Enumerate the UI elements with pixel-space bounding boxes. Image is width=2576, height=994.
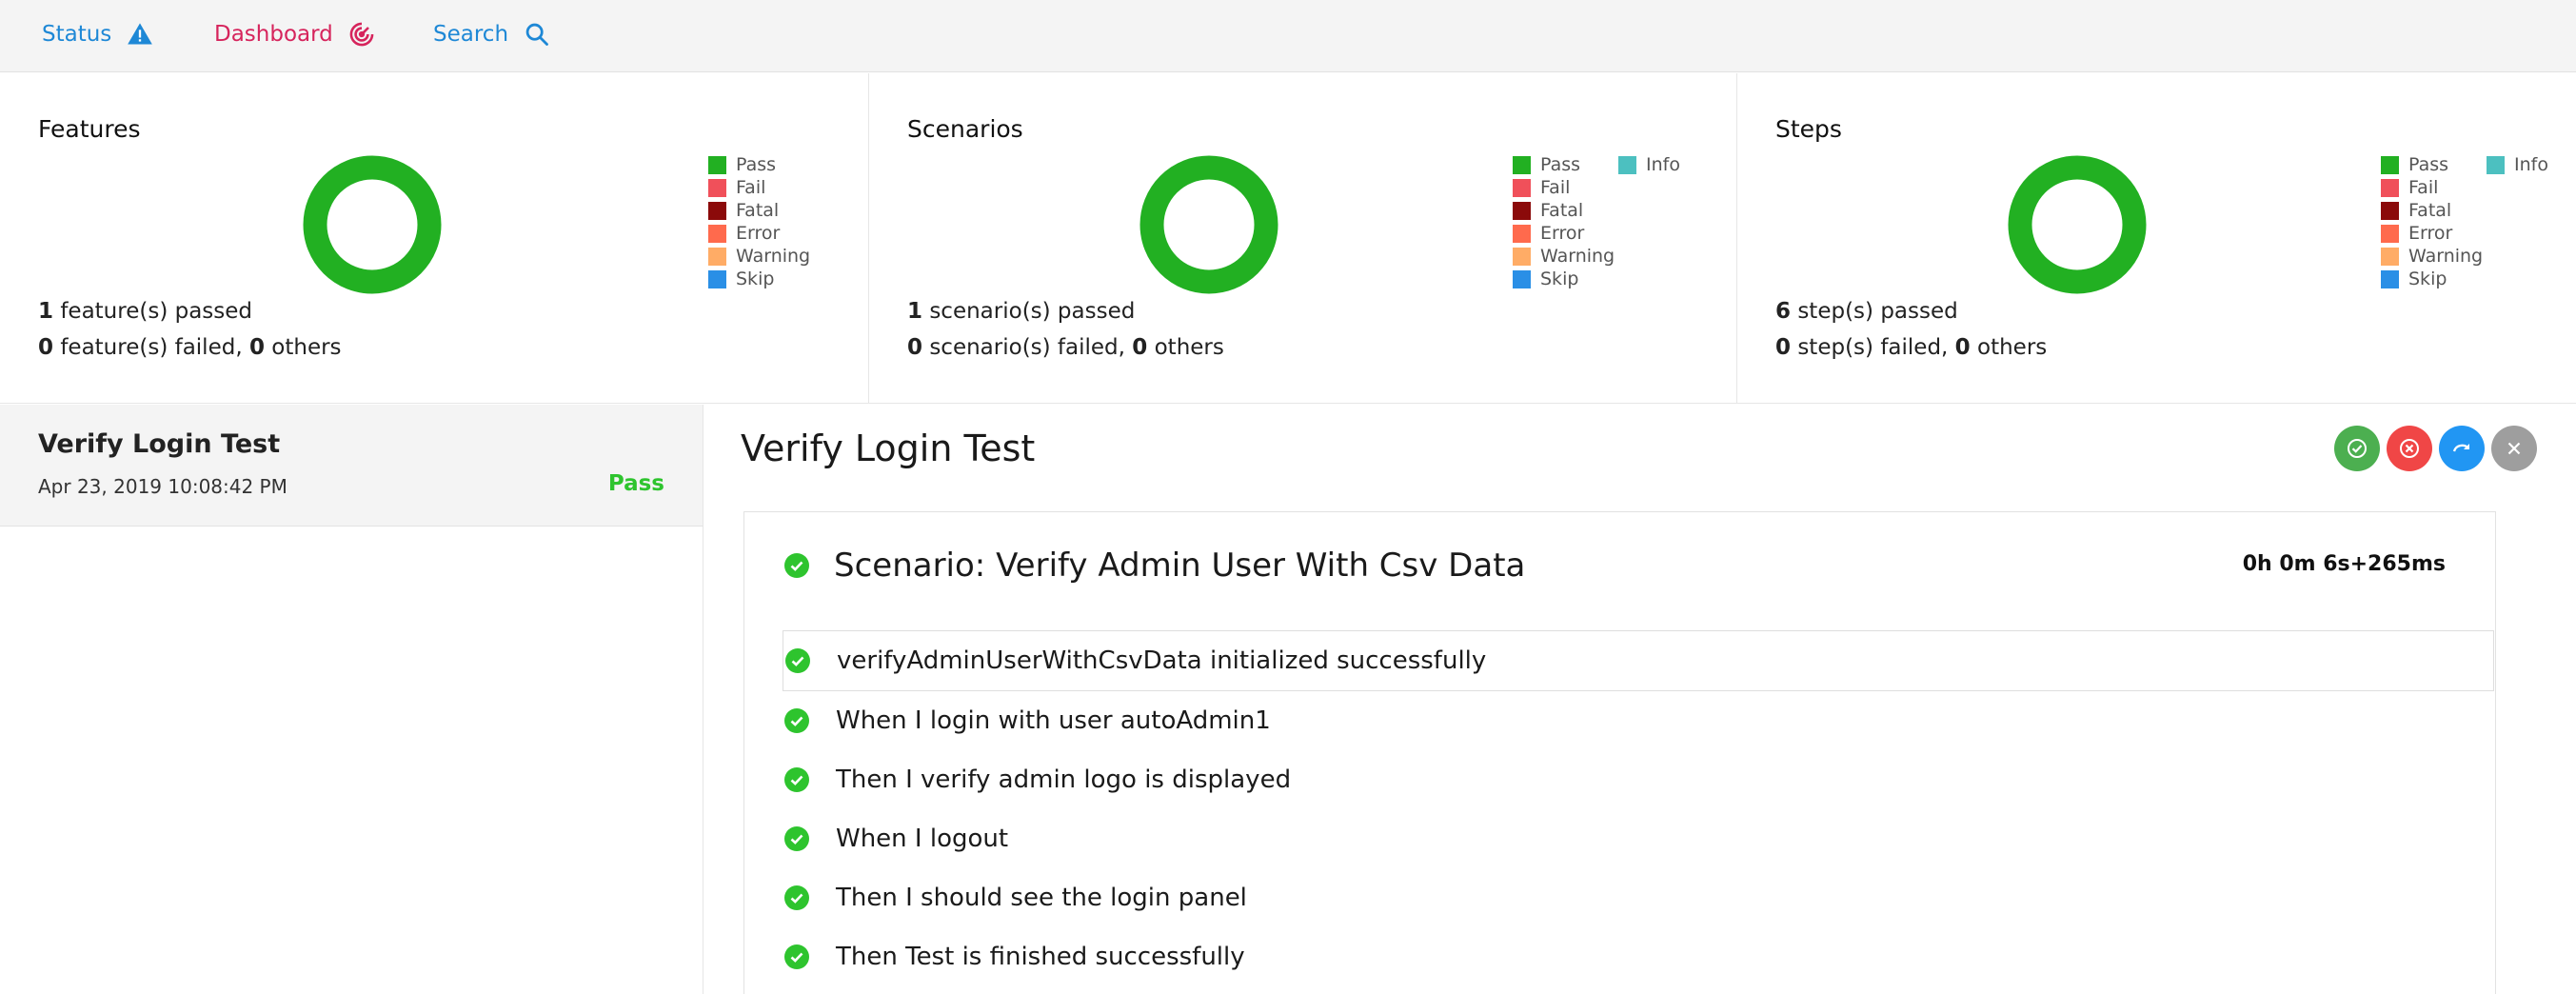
step-row[interactable]: verifyAdminUserWithCsvData initialized s… — [783, 630, 2494, 691]
step-row[interactable]: Then Test is finished successfully — [784, 927, 2494, 986]
step-row[interactable]: Then I should see the login panel — [784, 868, 2494, 927]
legend-error: Error — [1513, 222, 1615, 245]
top-nav: Status Dashboard Search — [0, 0, 2576, 72]
detail-title: Verify Login Test — [741, 427, 1036, 469]
step-text: verifyAdminUserWithCsvData initialized s… — [837, 646, 1487, 675]
features-legend: Pass Fail Fatal Error Warning Skip — [708, 153, 810, 290]
filter-clear-button[interactable] — [2491, 426, 2537, 471]
steps-title: Steps — [1775, 115, 1842, 143]
pass-check-icon — [784, 885, 809, 910]
steps-donut-pass — [2008, 155, 2147, 294]
redo-icon — [2452, 444, 2469, 452]
step-text: Then Test is finished successfully — [836, 943, 1245, 971]
legend-fatal: Fatal — [2381, 199, 2483, 222]
step-text: When I logout — [836, 825, 1009, 853]
features-donut — [303, 155, 442, 294]
legend-error: Error — [708, 222, 810, 245]
nav-status[interactable]: Status — [42, 0, 153, 69]
steps-donut — [2008, 155, 2147, 294]
step-row[interactable]: When I login with user autoAdmin1 — [784, 691, 2494, 750]
step-list: verifyAdminUserWithCsvData initialized s… — [783, 630, 2494, 986]
nav-search-label: Search — [433, 22, 509, 47]
legend-fail: Fail — [2381, 176, 2483, 199]
test-status-badge: Pass — [607, 471, 664, 496]
features-passed-stat: 1 feature(s) passed — [38, 299, 253, 324]
filter-skip-button[interactable] — [2439, 426, 2485, 471]
steps-legend: Pass Fail Fatal Error Warning Skip — [2381, 153, 2483, 290]
pass-check-icon — [784, 826, 809, 851]
scenarios-donut-pass — [1139, 155, 1278, 294]
steps-passed-stat: 6 step(s) passed — [1775, 299, 1958, 324]
legend-fatal: Fatal — [708, 199, 810, 222]
test-name: Verify Login Test — [38, 429, 281, 459]
legend-warning: Warning — [708, 245, 810, 268]
summary-cards: Features Pass Fail Fatal Error Warning S… — [0, 73, 2576, 404]
scenarios-failed-stat: 0 scenario(s) failed, 0 others — [907, 335, 1224, 360]
search-icon — [525, 23, 548, 46]
step-text: Then I should see the login panel — [836, 884, 1247, 912]
scenario-panel: Scenario: Verify Admin User With Csv Dat… — [743, 511, 2496, 994]
nav-dashboard[interactable]: Dashboard — [214, 0, 375, 69]
scenario-duration: 0h 0m 6s+265ms — [2242, 552, 2446, 576]
legend-info: Info — [2487, 153, 2548, 176]
scenarios-legend: Pass Fail Fatal Error Warning Skip — [1513, 153, 1615, 290]
test-list-item[interactable]: Verify Login Test Apr 23, 2019 10:08:42 … — [0, 405, 703, 527]
close-circle-icon — [2400, 439, 2419, 458]
pass-check-icon — [784, 767, 809, 792]
nav-dashboard-label: Dashboard — [214, 22, 333, 47]
legend-error: Error — [2381, 222, 2483, 245]
check-icon — [2348, 439, 2367, 458]
test-list: Verify Login Test Apr 23, 2019 10:08:42 … — [0, 405, 703, 994]
pass-check-icon — [784, 708, 809, 733]
status-filters — [2334, 426, 2537, 471]
steps-failed-stat: 0 step(s) failed, 0 others — [1775, 335, 2048, 360]
filter-pass-button[interactable] — [2334, 426, 2380, 471]
legend-warning: Warning — [1513, 245, 1615, 268]
step-row[interactable]: Then I verify admin logo is displayed — [784, 750, 2494, 809]
legend-pass: Pass — [708, 153, 810, 176]
scenario-name: Scenario: Verify Admin User With Csv Dat… — [834, 547, 1526, 585]
scenarios-title: Scenarios — [907, 115, 1023, 143]
scenarios-donut — [1139, 155, 1278, 294]
scenario-header[interactable]: Scenario: Verify Admin User With Csv Dat… — [784, 547, 1525, 585]
scenarios-card: Scenarios Pass Fail Fatal Error Warning … — [869, 73, 1737, 404]
scenarios-passed-stat: 1 scenario(s) passed — [907, 299, 1136, 324]
legend-skip: Skip — [1513, 268, 1615, 290]
filter-fail-button[interactable] — [2387, 426, 2432, 471]
nav-search[interactable]: Search — [433, 0, 550, 69]
legend-skip: Skip — [708, 268, 810, 290]
steps-card: Steps Pass Fail Fatal Error Warning Skip… — [1737, 73, 2576, 404]
legend-fail: Fail — [708, 176, 810, 199]
features-card: Features Pass Fail Fatal Error Warning S… — [0, 73, 869, 404]
pass-check-icon — [784, 944, 809, 969]
legend-skip: Skip — [2381, 268, 2483, 290]
features-failed-stat: 0 feature(s) failed, 0 others — [38, 335, 342, 360]
legend-warning: Warning — [2381, 245, 2483, 268]
pass-check-icon — [785, 648, 810, 673]
pass-check-icon — [784, 553, 809, 578]
step-text: Then I verify admin logo is displayed — [836, 765, 1292, 794]
step-text: When I login with user autoAdmin1 — [836, 706, 1271, 735]
legend-fail: Fail — [1513, 176, 1615, 199]
close-icon — [2507, 442, 2521, 455]
legend-pass: Pass — [2381, 153, 2483, 176]
warning-icon — [128, 23, 153, 45]
legend-pass: Pass — [1513, 153, 1615, 176]
nav-status-label: Status — [42, 22, 112, 47]
legend-info: Info — [1618, 153, 1680, 176]
dashboard-icon — [349, 22, 374, 47]
features-donut-pass — [303, 155, 442, 294]
test-time: Apr 23, 2019 10:08:42 PM — [38, 475, 287, 498]
step-row[interactable]: When I logout — [784, 809, 2494, 868]
features-title: Features — [38, 115, 141, 143]
legend-fatal: Fatal — [1513, 199, 1615, 222]
test-detail: Verify Login Test Scenario: Verify Admin… — [704, 405, 2576, 994]
